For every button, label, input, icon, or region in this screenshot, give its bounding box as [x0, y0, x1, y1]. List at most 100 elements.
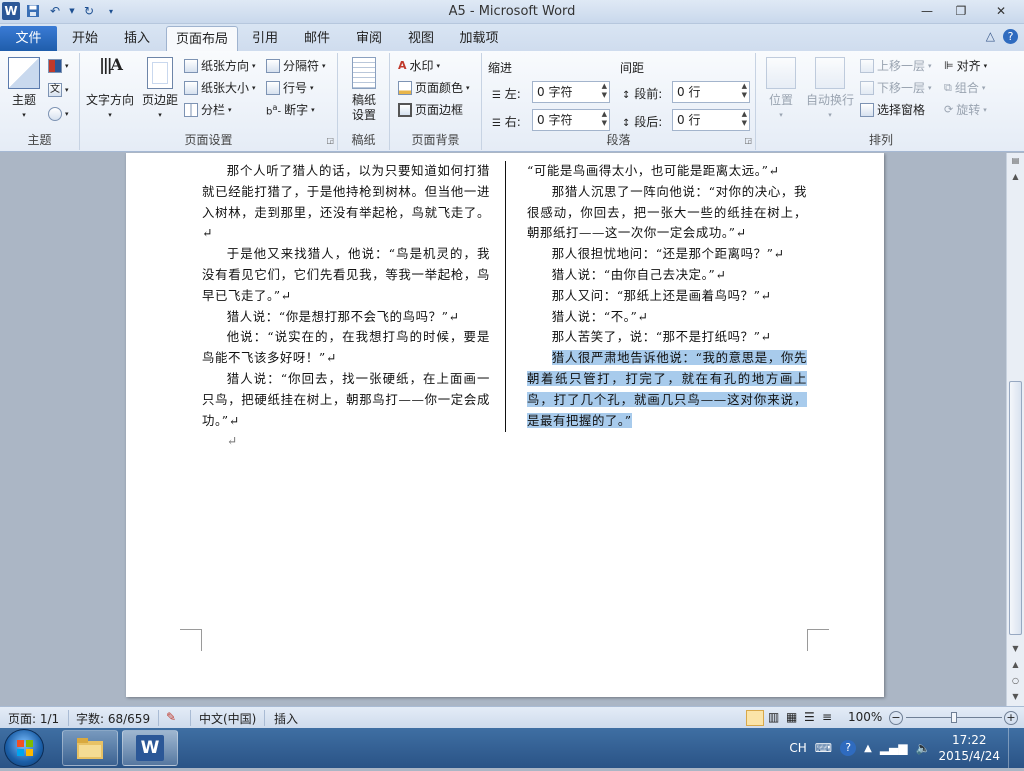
- minimize-ribbon-icon[interactable]: △: [986, 29, 995, 44]
- page-borders-button[interactable]: 页面边框: [398, 101, 463, 118]
- spinner-arrows-icon[interactable]: ▲ ▼: [742, 110, 747, 128]
- paper-settings-button[interactable]: 稿纸 设置: [344, 57, 384, 123]
- indent-left-spinner[interactable]: 0 字符 ▲ ▼: [532, 81, 610, 103]
- keyboard-icon[interactable]: ⌨: [815, 741, 832, 755]
- insert-mode-indicator[interactable]: 插入: [274, 710, 298, 727]
- hyphenation-button[interactable]: ba- 断字 ▾: [266, 101, 315, 118]
- outline-view-icon[interactable]: ☰: [804, 710, 815, 724]
- paragraph[interactable]: 于是他又来找猎人，他说：“鸟是机灵的，我没有看见它们，它们先看见我，等我一举起枪…: [202, 244, 490, 306]
- column-separator: [505, 161, 506, 432]
- themes-button[interactable]: 主题 ▾: [6, 57, 42, 123]
- minimize-button[interactable]: —: [910, 0, 944, 22]
- close-button[interactable]: ✕: [978, 0, 1024, 22]
- scrollbar-thumb[interactable]: [1009, 381, 1022, 635]
- paragraph[interactable]: 他说：“说实在的，在我想打鸟的时候，要是鸟能不飞该多好呀！”↵: [202, 327, 490, 369]
- spinner-arrows-icon[interactable]: ▲ ▼: [742, 82, 747, 100]
- align-button[interactable]: ⊫ 对齐 ▾: [944, 57, 987, 74]
- paragraph[interactable]: 猎人说：“不。”↵: [527, 307, 807, 328]
- paragraph[interactable]: 猎人说：“你是想打那不会飞的鸟吗？”↵: [202, 307, 490, 328]
- tab-home[interactable]: 开始: [62, 26, 108, 51]
- paragraph[interactable]: 那人苦笑了，说：“那不是打纸吗？”↵: [527, 327, 807, 348]
- tray-overflow-icon[interactable]: ▲: [864, 743, 872, 754]
- margins-button[interactable]: 页边距 ▾: [138, 57, 182, 123]
- paragraph[interactable]: 那人很担忧地问：“还是那个距离吗？”↵: [527, 244, 807, 265]
- size-button[interactable]: 纸张大小 ▾: [184, 79, 256, 96]
- paragraph[interactable]: 猎人说：“你回去，找一张硬纸，在上面画一只鸟，把硬纸挂在树上，朝那鸟打——你一定…: [202, 369, 490, 431]
- line-numbers-button[interactable]: 行号 ▾: [266, 79, 314, 96]
- page-indicator[interactable]: 页面: 1/1: [8, 710, 59, 727]
- help-icon[interactable]: ?: [840, 740, 857, 756]
- word-count[interactable]: 字数: 68/659: [76, 710, 150, 727]
- tab-insert[interactable]: 插入: [114, 26, 160, 51]
- paragraph[interactable]: “可能是鸟画得太小，也可能是距离太远。”↵: [527, 161, 807, 182]
- rotate-button[interactable]: ⟳ 旋转 ▾: [944, 101, 987, 118]
- paragraph[interactable]: 那人又问：“那纸上还是画着鸟吗？”↵: [527, 286, 807, 307]
- orientation-button[interactable]: 纸张方向 ▾: [184, 57, 256, 74]
- spacing-after-spinner[interactable]: 0 行 ▲ ▼: [672, 109, 750, 131]
- bring-forward-button[interactable]: 上移一层 ▾: [860, 57, 932, 74]
- ime-indicator[interactable]: CH: [789, 741, 806, 755]
- columns-button[interactable]: 分栏 ▾: [184, 101, 232, 118]
- selection-pane-button[interactable]: 选择窗格: [860, 101, 925, 118]
- print-layout-view-icon[interactable]: [746, 710, 764, 726]
- watermark-button[interactable]: A 水印 ▾: [398, 57, 440, 74]
- tab-mailings[interactable]: 邮件: [294, 26, 340, 51]
- language-indicator[interactable]: 中文(中国): [199, 710, 256, 727]
- tab-page-layout[interactable]: 页面布局: [166, 26, 238, 51]
- zoom-in-button[interactable]: +: [1004, 711, 1018, 725]
- show-desktop-button[interactable]: [1008, 728, 1016, 768]
- breaks-button[interactable]: 分隔符 ▾: [266, 57, 326, 74]
- ruler-toggle-icon[interactable]: ▤: [1007, 153, 1024, 169]
- network-icon[interactable]: ▂▄▆: [880, 741, 908, 755]
- page-setup-launcher-icon[interactable]: ◲: [326, 136, 334, 145]
- paragraph[interactable]: 猎人说：“由你自己去决定。”↵: [527, 265, 807, 286]
- theme-fonts-button[interactable]: 文 ▾: [48, 83, 69, 97]
- page-color-button[interactable]: 页面颜色 ▾: [398, 79, 470, 96]
- empty-paragraph-mark[interactable]: ↵: [202, 431, 490, 452]
- selection-highlight[interactable]: 猎人很严肃地告诉他说：“我的意思是，你先朝着纸只管打，打完了，就在有孔的地方画上…: [527, 350, 807, 428]
- paragraph[interactable]: 那个人听了猎人的话，以为只要知道如何打猎就已经能打猎了，于是他持枪到树林。但当他…: [202, 161, 490, 244]
- draft-view-icon[interactable]: ≡: [822, 710, 832, 724]
- theme-effects-button[interactable]: ▾: [48, 107, 69, 121]
- spacing-before-spinner[interactable]: 0 行 ▲ ▼: [672, 81, 750, 103]
- vertical-scrollbar[interactable]: ▤ ▲ ▼ ▲ ○ ▼: [1006, 153, 1024, 706]
- taskbar-explorer-button[interactable]: [62, 730, 118, 766]
- start-button[interactable]: [4, 729, 44, 767]
- spinner-arrows-icon[interactable]: ▲ ▼: [602, 82, 607, 100]
- proofing-icon[interactable]: ✎: [166, 710, 176, 724]
- document-page[interactable]: 那个人听了猎人的话，以为只要知道如何打猎就已经能打猎了，于是他持枪到树林。但当他…: [126, 153, 884, 697]
- selected-paragraph[interactable]: 猎人很严肃地告诉他说：“我的意思是，你先朝着纸只管打，打完了，就在有孔的地方画上…: [527, 348, 807, 431]
- clock[interactable]: 17:22 2015/4/24: [938, 732, 1000, 764]
- wrap-text-button[interactable]: 自动换行 ▾: [804, 57, 856, 123]
- tab-add-ins[interactable]: 加载项: [450, 26, 508, 51]
- theme-colors-button[interactable]: ▾: [48, 59, 69, 73]
- scroll-down-icon[interactable]: ▼: [1007, 641, 1024, 657]
- text-direction-button[interactable]: |||A 文字方向 ▾: [84, 57, 136, 123]
- tab-references[interactable]: 引用: [242, 26, 288, 51]
- paragraph-launcher-icon[interactable]: ◲: [744, 136, 752, 145]
- right-column[interactable]: “可能是鸟画得太小，也可能是距离太远。”↵ 那猎人沉思了一阵向他说：“对你的决心…: [527, 161, 807, 431]
- volume-icon[interactable]: 🔈: [916, 741, 931, 755]
- browse-object-icon[interactable]: ○: [1007, 673, 1024, 689]
- send-backward-button[interactable]: 下移一层 ▾: [860, 79, 932, 96]
- tab-file[interactable]: 文件: [0, 26, 57, 51]
- previous-page-icon[interactable]: ▲: [1007, 657, 1024, 673]
- full-screen-reading-view-icon[interactable]: ▥: [768, 710, 779, 724]
- scroll-up-icon[interactable]: ▲: [1007, 169, 1024, 185]
- position-button[interactable]: 位置 ▾: [762, 57, 800, 123]
- indent-right-spinner[interactable]: 0 字符 ▲ ▼: [532, 109, 610, 131]
- group-button[interactable]: ⧉ 组合 ▾: [944, 79, 985, 96]
- tab-view[interactable]: 视图: [398, 26, 444, 51]
- zoom-level[interactable]: 100%: [848, 710, 882, 724]
- help-icon[interactable]: ?: [1003, 29, 1018, 44]
- maximize-button[interactable]: ❐: [944, 0, 978, 22]
- left-column[interactable]: 那个人听了猎人的话，以为只要知道如何打猎就已经能打猎了，于是他持枪到树林。但当他…: [202, 161, 490, 452]
- zoom-out-button[interactable]: −: [889, 711, 903, 725]
- web-layout-view-icon[interactable]: ▦: [786, 710, 797, 724]
- paragraph[interactable]: 那猎人沉思了一阵向他说：“对你的决心，我很感动，你回去，把一张大一些的纸挂在树上…: [527, 182, 807, 244]
- spinner-arrows-icon[interactable]: ▲ ▼: [602, 110, 607, 128]
- next-page-icon[interactable]: ▼: [1007, 689, 1024, 705]
- taskbar-word-button[interactable]: W: [122, 730, 178, 766]
- zoom-slider-thumb[interactable]: [951, 712, 957, 723]
- tab-review[interactable]: 审阅: [346, 26, 392, 51]
